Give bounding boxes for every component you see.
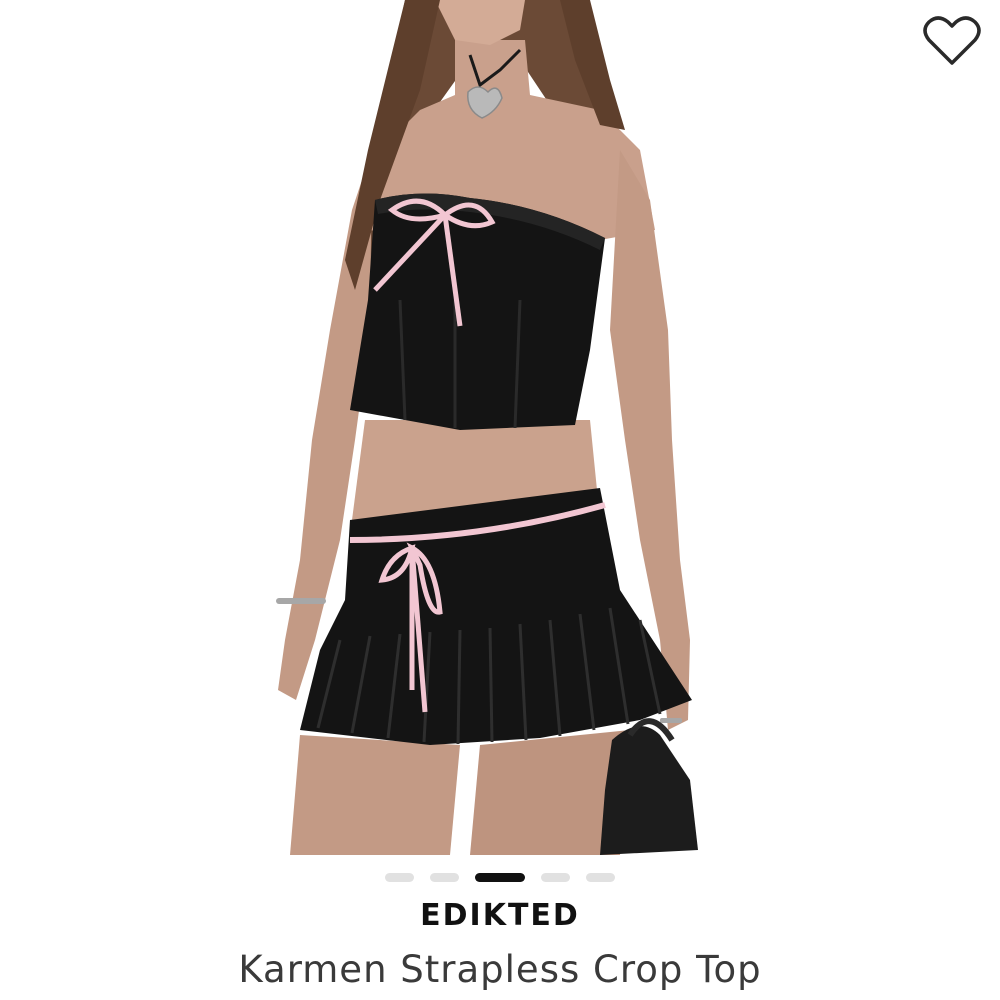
brand-name[interactable]: EDIKTED [0, 898, 1000, 933]
heart-outline-icon [923, 16, 981, 65]
favorite-button[interactable] [918, 10, 986, 72]
pager-dot-2[interactable] [430, 872, 459, 882]
pager-dot-4[interactable] [541, 872, 570, 882]
product-photo[interactable] [0, 0, 1000, 855]
image-pager [0, 871, 1000, 883]
pager-dot-1[interactable] [385, 872, 414, 882]
product-detail-page: EDIKTED Karmen Strapless Crop Top [0, 0, 1000, 1000]
pager-dot-5[interactable] [586, 872, 615, 882]
product-title: Karmen Strapless Crop Top [238, 948, 762, 991]
pager-dot-3-active[interactable] [475, 872, 525, 882]
